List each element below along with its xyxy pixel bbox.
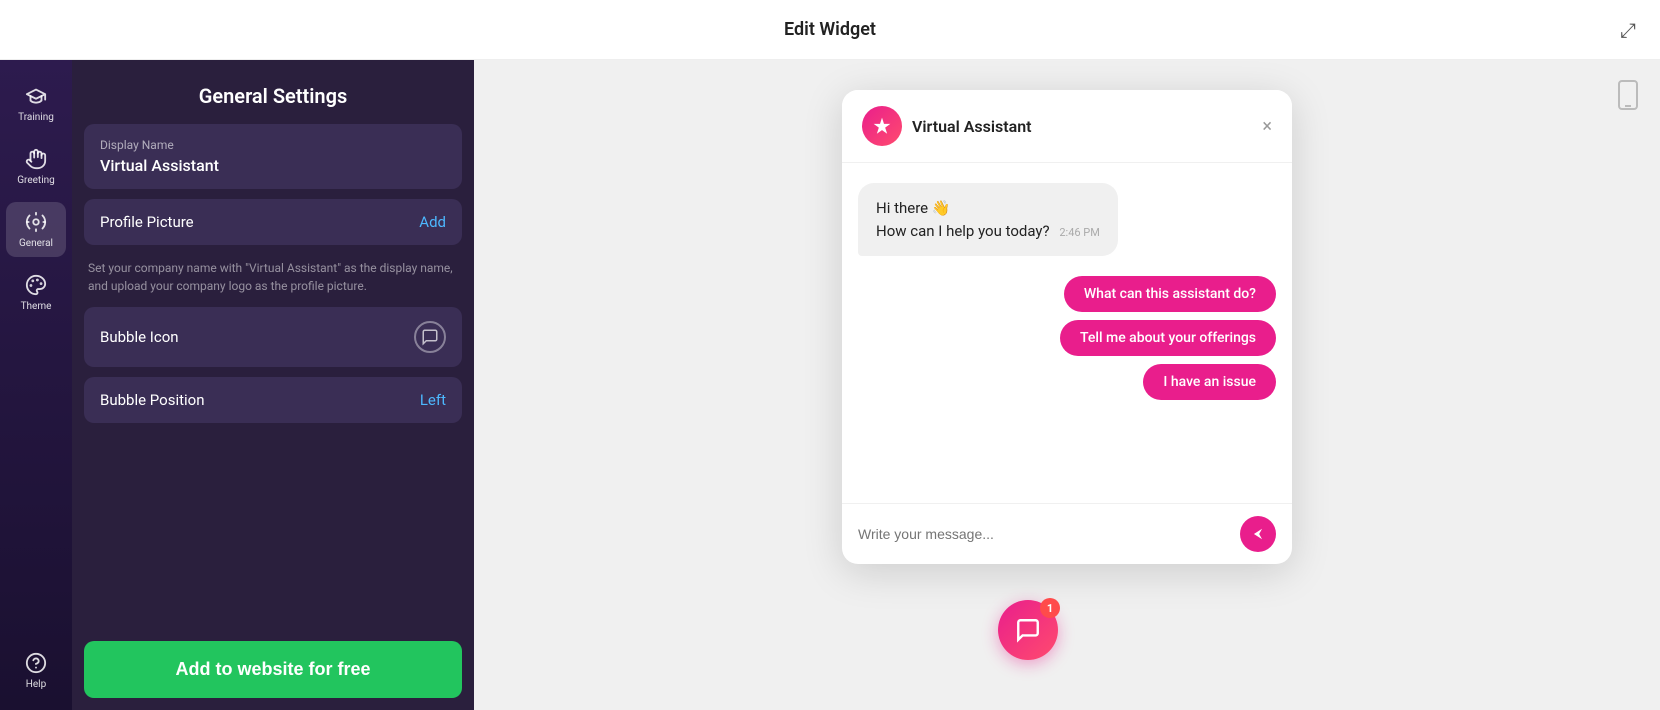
sidebar: Training Greeting General [0, 60, 72, 710]
sidebar-item-training[interactable]: Training [6, 76, 66, 131]
training-icon [24, 84, 48, 108]
sidebar-item-general[interactable]: General [6, 202, 66, 257]
sidebar-item-label-theme: Theme [21, 301, 52, 312]
sidebar-item-help[interactable]: Help [6, 643, 66, 698]
chat-message-input[interactable] [858, 526, 1230, 542]
profile-picture-add-button[interactable]: Add [419, 213, 446, 231]
page-title: Edit Widget [784, 19, 876, 40]
help-icon [24, 651, 48, 675]
bubble-icon-label: Bubble Icon [100, 328, 179, 346]
bubble-icon-field: Bubble Icon [84, 307, 462, 367]
profile-picture-field: Profile Picture Add [84, 199, 462, 245]
main-content: Training Greeting General [0, 60, 1660, 710]
bubble-position-label: Bubble Position [100, 391, 205, 409]
chat-bubble-float[interactable]: 1 [998, 600, 1058, 660]
settings-body: Display Name Virtual Assistant Profile P… [72, 124, 474, 629]
sidebar-item-label-help: Help [26, 679, 46, 690]
bubble-icon-preview[interactable] [414, 321, 446, 353]
display-name-label: Display Name [100, 138, 446, 152]
chat-bubble-badge: 1 [1040, 598, 1060, 618]
suggestion-chip-1[interactable]: Tell me about your offerings [1060, 320, 1276, 356]
chat-header-left: Virtual Assistant [862, 106, 1032, 146]
chat-widget: Virtual Assistant × Hi there 👋 How can I… [842, 90, 1292, 564]
expand-icon[interactable]: ⤢ [1620, 18, 1636, 42]
sidebar-item-label-greeting: Greeting [17, 175, 55, 186]
suggestion-chip-0[interactable]: What can this assistant do? [1064, 276, 1276, 312]
chat-send-button[interactable] [1240, 516, 1276, 552]
chat-avatar [862, 106, 902, 146]
top-bar: Edit Widget ⤢ [0, 0, 1660, 60]
settings-title: General Settings [72, 60, 474, 124]
general-icon [24, 210, 48, 234]
suggestion-chip-2[interactable]: I have an issue [1143, 364, 1276, 400]
chat-input-area [842, 503, 1292, 564]
preview-area: Virtual Assistant × Hi there 👋 How can I… [474, 60, 1660, 710]
chat-body: Hi there 👋 How can I help you today? 2:4… [842, 163, 1292, 503]
display-name-field[interactable]: Display Name Virtual Assistant [84, 124, 462, 189]
theme-icon [24, 273, 48, 297]
sidebar-item-label-training: Training [18, 112, 54, 123]
sidebar-item-theme[interactable]: Theme [6, 265, 66, 320]
profile-picture-label: Profile Picture [100, 213, 194, 231]
bot-message-line2: How can I help you today? 2:46 PM [876, 220, 1100, 243]
bot-message-bubble: Hi there 👋 How can I help you today? 2:4… [858, 183, 1118, 256]
chat-header: Virtual Assistant × [842, 90, 1292, 163]
bubble-position-value[interactable]: Left [420, 391, 446, 409]
settings-hint: Set your company name with "Virtual Assi… [84, 255, 462, 307]
settings-footer: Add to website for free [72, 629, 474, 710]
suggestion-chips: What can this assistant do? Tell me abou… [858, 276, 1276, 400]
settings-panel: General Settings Display Name Virtual As… [72, 60, 474, 710]
chat-close-button[interactable]: × [1262, 116, 1272, 137]
display-name-value: Virtual Assistant [100, 156, 446, 175]
bot-message-line1: Hi there 👋 [876, 197, 1100, 220]
add-to-website-button[interactable]: Add to website for free [84, 641, 462, 698]
bubble-position-field: Bubble Position Left [84, 377, 462, 423]
sidebar-item-greeting[interactable]: Greeting [6, 139, 66, 194]
mobile-preview-icon[interactable] [1616, 80, 1640, 117]
bot-message-time: 2:46 PM [1059, 226, 1099, 239]
greeting-icon [24, 147, 48, 171]
chat-widget-title: Virtual Assistant [912, 117, 1032, 136]
sidebar-item-label-general: General [19, 238, 53, 249]
